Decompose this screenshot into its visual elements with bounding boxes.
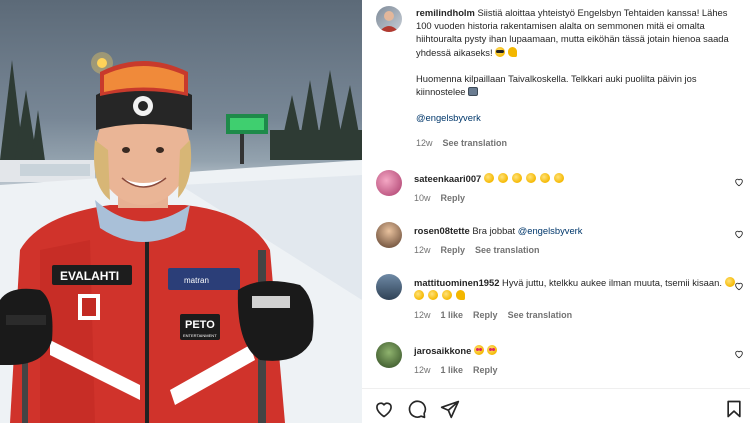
sponsor-matran: matran	[184, 276, 209, 285]
comment-reply[interactable]: Reply	[473, 309, 498, 322]
comment-age: 12w	[414, 365, 431, 376]
caption-see-translation[interactable]: See translation	[443, 137, 508, 150]
caption-paragraph-2: Huomenna kilpaillaan Taivalkoskella. Tel…	[416, 72, 697, 98]
action-bar	[374, 399, 744, 419]
bookmark-icon[interactable]	[724, 399, 744, 419]
commenter-avatar[interactable]	[376, 222, 402, 248]
comment-like-heart-icon[interactable]	[734, 281, 744, 291]
commenter-avatar[interactable]	[376, 170, 402, 196]
post-photo[interactable]: EVALAHTI matran PETO ENTERTAINMENT	[0, 0, 362, 423]
comment-item: mattituominen1952 Hyvä juttu, ktelkku au…	[376, 274, 744, 323]
comment-see-translation[interactable]: See translation	[475, 244, 540, 257]
photo-scene: EVALAHTI matran PETO ENTERTAINMENT	[0, 52, 362, 423]
comment-reply[interactable]: Reply	[441, 192, 466, 205]
caption: remilindholm Siistiä aloittaa yhteistyö …	[376, 6, 744, 151]
comment-likes[interactable]: 1 like	[441, 364, 464, 377]
commenter-avatar[interactable]	[376, 342, 402, 368]
comment-text: Bra jobbat	[472, 225, 518, 236]
comment-username[interactable]: sateenkaari007	[414, 173, 481, 184]
comment-age: 12w	[414, 245, 431, 256]
comment-age: 12w	[414, 310, 431, 321]
comment-icon[interactable]	[407, 399, 427, 419]
share-icon[interactable]	[440, 399, 460, 419]
muscle-emoji-icon	[508, 46, 518, 57]
heart-icon[interactable]	[374, 399, 394, 419]
comment-like-heart-icon[interactable]	[734, 349, 744, 359]
actions-divider	[362, 388, 750, 389]
sunglasses-emoji-icon	[495, 46, 506, 57]
heart-eyes-emoji-icon	[486, 345, 497, 355]
caption-mention[interactable]: @engelsbyverk	[416, 112, 481, 123]
clap-emoji-icon	[483, 173, 568, 184]
sponsor-peto-sub: ENTERTAINMENT	[183, 333, 217, 338]
tv-emoji-icon	[468, 87, 479, 97]
sponsor-evalahti: EVALAHTI	[60, 269, 119, 283]
post-panel: remilindholm Siistiä aloittaa yhteistyö …	[362, 0, 750, 423]
comment-mention[interactable]: @engelsbyverk	[518, 225, 583, 236]
comment-item: sateenkaari007 10w Reply	[376, 170, 744, 205]
avatar-icon	[379, 11, 399, 32]
author-avatar[interactable]	[376, 6, 402, 32]
caption-text: remilindholm Siistiä aloittaa yhteistyö …	[416, 6, 744, 151]
comment-age: 10w	[414, 193, 431, 204]
author-username[interactable]: remilindholm	[416, 7, 475, 18]
comment-reply[interactable]: Reply	[473, 364, 498, 377]
comment-likes[interactable]: 1 like	[441, 309, 464, 322]
comment-reply[interactable]: Reply	[441, 244, 466, 257]
comment-item: rosen08tette Bra jobbat @engelsbyverk 12…	[376, 222, 744, 257]
comment-see-translation[interactable]: See translation	[508, 309, 573, 322]
comment-username[interactable]: jarosaikkone	[414, 345, 471, 356]
comment-like-heart-icon[interactable]	[734, 177, 744, 187]
comment-text: Hyvä juttu, ktelkku aukee ilman muuta, t…	[502, 277, 722, 288]
sponsor-peto: PETO	[185, 319, 215, 331]
comment-item: jarosaikkone 12w 1 like Reply	[376, 342, 744, 377]
commenter-avatar[interactable]	[376, 274, 402, 300]
caption-age: 12w	[416, 138, 433, 149]
comment-like-heart-icon[interactable]	[734, 229, 744, 239]
comment-username[interactable]: rosen08tette	[414, 225, 470, 236]
comment-username[interactable]: mattituominen1952	[414, 277, 499, 288]
heart-eyes-emoji-icon	[473, 345, 484, 355]
